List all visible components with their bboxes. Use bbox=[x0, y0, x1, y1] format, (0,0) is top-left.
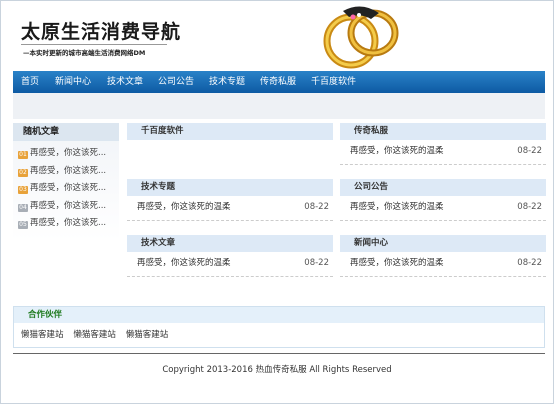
nav-shadow-band bbox=[13, 93, 545, 119]
panel-announcements: 公司公告 再感受，你这该死的温柔 08-22 bbox=[340, 179, 546, 225]
nav-news[interactable]: 新闻中心 bbox=[55, 71, 91, 93]
sidebar-random-articles: 随机文章 01 再感受，你这该死... 02 再感受，你这该死... 03 再感受，你… bbox=[13, 123, 119, 291]
panel-title[interactable]: 技术专题 bbox=[127, 179, 333, 196]
nav-legend-servers[interactable]: 传奇私服 bbox=[260, 71, 296, 93]
sidebar-item-label: 再感受，你这该死... bbox=[30, 218, 107, 228]
sidebar-list: 01 再感受，你这该死... 02 再感受，你这该死... 03 再感受，你这该死..… bbox=[13, 145, 119, 233]
article-date: 08-22 bbox=[304, 258, 329, 268]
main-nav: 首页 新闻中心 技术文章 公司公告 技术专题 传奇私服 千百度软件 bbox=[13, 71, 545, 93]
article-date: 08-22 bbox=[517, 258, 542, 268]
list-item[interactable]: 再感受，你这该死的温柔 08-22 bbox=[340, 140, 546, 165]
sidebar-item-label: 再感受，你这该死... bbox=[30, 148, 107, 158]
rank-icon: 02 bbox=[18, 168, 28, 177]
header: 太原生活消费导航 —本实时更新的城市高端生活消费网络DM bbox=[1, 1, 553, 71]
partner-link[interactable]: 懒猫客建站 bbox=[126, 328, 169, 340]
sidebar-item-label: 再感受，你这该死... bbox=[30, 200, 107, 211]
list-item[interactable]: 再感受，你这该死的温柔 08-22 bbox=[340, 252, 546, 277]
panel-news: 新闻中心 再感受，你这该死的温柔 08-22 bbox=[340, 235, 546, 281]
site-logo-title[interactable]: 太原生活消费导航 bbox=[21, 17, 181, 44]
page-frame: 太原生活消费导航 —本实时更新的城市高端生活消费网络DM 首页 新闻中心 技术文… bbox=[0, 0, 554, 404]
sidebar-item[interactable]: 05 再感受，你这该死... bbox=[13, 215, 119, 233]
sidebar-title: 随机文章 bbox=[13, 123, 119, 141]
rank-icon: 01 bbox=[18, 151, 28, 159]
article-date: 08-22 bbox=[304, 202, 329, 212]
sidebar-item[interactable]: 02 再感受，你这该死... bbox=[13, 163, 119, 181]
sidebar-item-label: 再感受，你这该死... bbox=[30, 165, 107, 176]
nav-announcements[interactable]: 公司公告 bbox=[158, 71, 194, 93]
partners-title: 合作伙伴 bbox=[14, 307, 544, 323]
nav-tech-articles[interactable]: 技术文章 bbox=[107, 71, 143, 93]
wedding-rings-image bbox=[323, 6, 399, 69]
nav-software[interactable]: 千百度软件 bbox=[311, 71, 356, 93]
article-link[interactable]: 再感受，你这该死的温柔 bbox=[137, 252, 231, 274]
rank-icon: 05 bbox=[18, 221, 28, 229]
sidebar-item[interactable]: 01 再感受，你这该死... bbox=[13, 145, 119, 163]
footer-divider bbox=[13, 353, 545, 354]
sidebar-item[interactable]: 04 再感受，你这该死... bbox=[13, 198, 119, 216]
panel-tech-articles: 技术文章 再感受，你这该死的温柔 08-22 bbox=[127, 235, 333, 281]
panel-tech-topics: 技术专题 再感受，你这该死的温柔 08-22 bbox=[127, 179, 333, 225]
list-item[interactable]: 再感受，你这该死的温柔 08-22 bbox=[340, 196, 546, 221]
article-date: 08-22 bbox=[517, 146, 542, 156]
panel-title[interactable]: 千百度软件 bbox=[127, 123, 333, 140]
nav-home[interactable]: 首页 bbox=[21, 71, 39, 93]
sidebar-item[interactable]: 03 再感受，你这该死... bbox=[13, 180, 119, 198]
article-link[interactable]: 再感受，你这该死的温柔 bbox=[350, 140, 444, 162]
panel-legend-servers: 传奇私服 再感受，你这该死的温柔 08-22 bbox=[340, 123, 546, 169]
rank-icon: 03 bbox=[18, 186, 28, 194]
article-link[interactable]: 再感受，你这该死的温柔 bbox=[137, 196, 231, 218]
footer-copyright: Copyright 2013-2016 热血传奇私服 All Rights Re… bbox=[162, 365, 392, 375]
panel-title[interactable]: 技术文章 bbox=[127, 235, 333, 252]
panel-title[interactable]: 公司公告 bbox=[340, 179, 546, 196]
logo-divider bbox=[21, 44, 167, 45]
article-link[interactable]: 再感受，你这该死的温柔 bbox=[350, 196, 444, 218]
partner-link[interactable]: 懒猫客建站 bbox=[73, 328, 116, 340]
nav-tech-topics[interactable]: 技术专题 bbox=[209, 71, 245, 93]
panel-title[interactable]: 新闻中心 bbox=[340, 235, 546, 252]
list-item[interactable]: 再感受，你这该死的温柔 08-22 bbox=[127, 196, 333, 221]
sidebar-item-label: 再感受，你这该死... bbox=[30, 183, 107, 193]
article-date: 08-22 bbox=[517, 202, 542, 212]
partner-links: 懒猫客建站 懒猫客建站 懒猫客建站 bbox=[14, 323, 544, 340]
list-item[interactable]: 再感受，你这该死的温柔 08-22 bbox=[127, 252, 333, 277]
site-slogan: —本实时更新的城市高端生活消费网络DM bbox=[23, 49, 146, 57]
partners-box: 合作伙伴 懒猫客建站 懒猫客建站 懒猫客建站 bbox=[13, 306, 545, 348]
partner-link[interactable]: 懒猫客建站 bbox=[21, 328, 64, 340]
rank-icon: 04 bbox=[18, 203, 28, 212]
panel-title[interactable]: 传奇私服 bbox=[340, 123, 546, 140]
article-link[interactable]: 再感受，你这该死的温柔 bbox=[350, 252, 444, 274]
panel-software: 千百度软件 bbox=[127, 123, 333, 169]
